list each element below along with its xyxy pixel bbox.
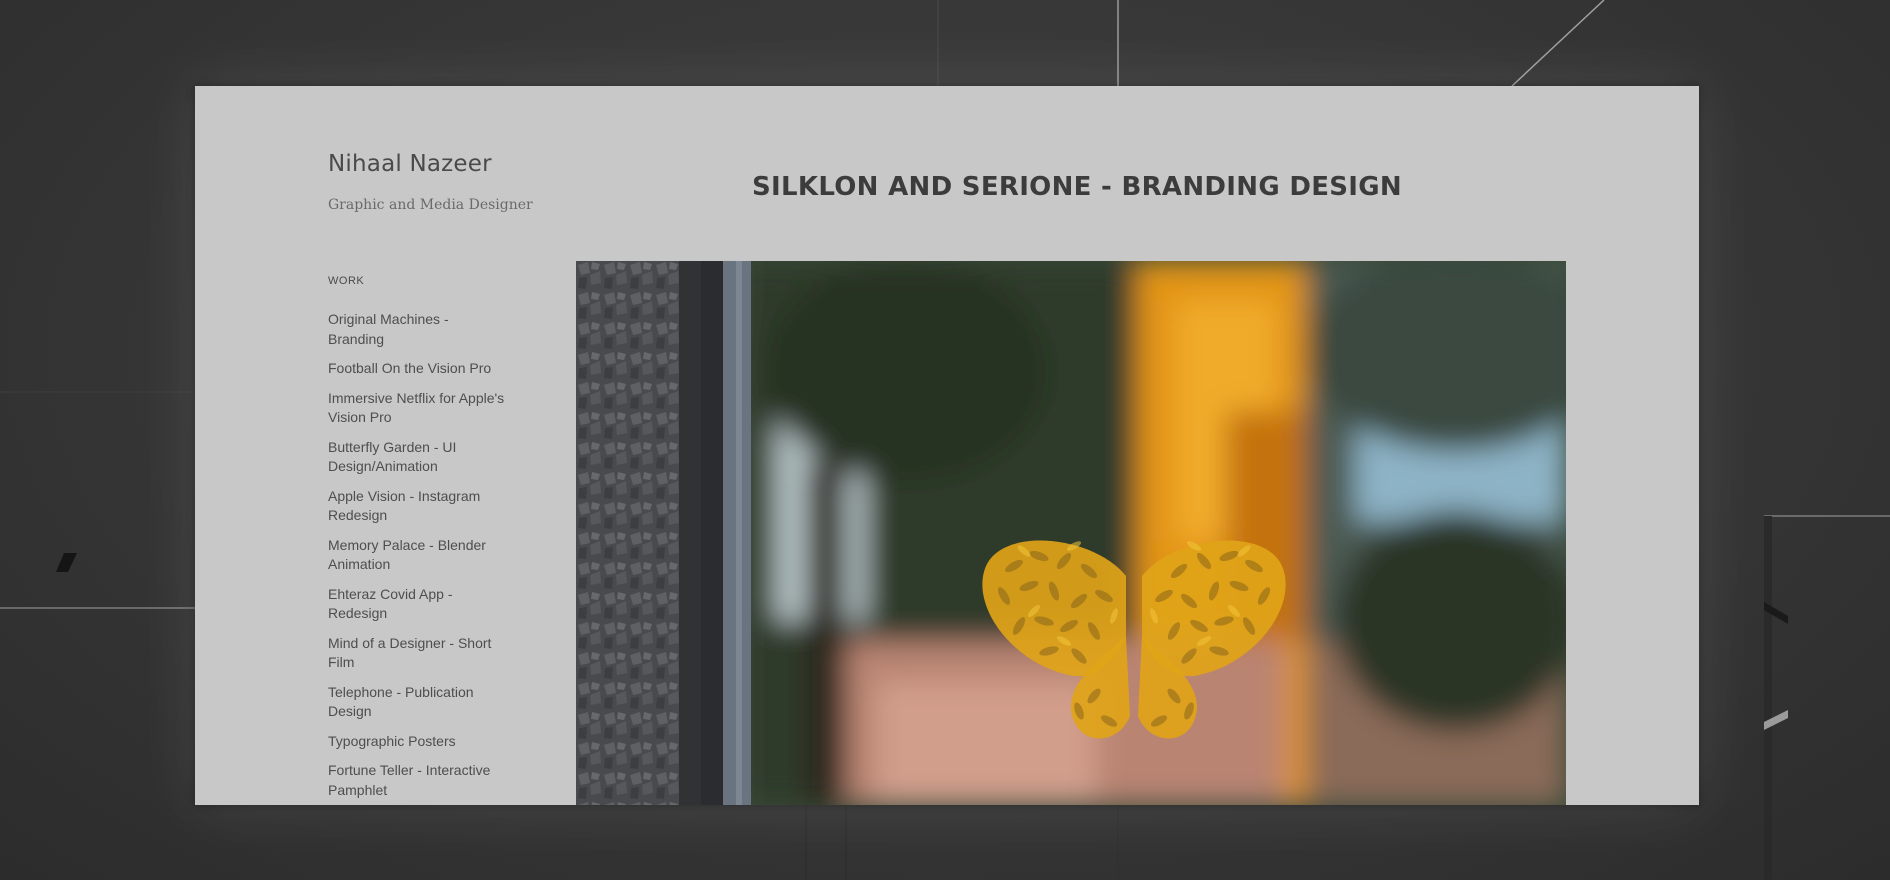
- project-hero-image: [576, 261, 1566, 805]
- nav-item-original-machines[interactable]: Original Machines - Branding: [328, 310, 508, 349]
- nav-item-ehteraz-covid-app[interactable]: Ehteraz Covid App - Redesign: [328, 585, 508, 624]
- work-nav-list: Original Machines - Branding Football On…: [328, 310, 508, 805]
- nav-item-memory-palace[interactable]: Memory Palace - Blender Animation: [328, 536, 508, 575]
- site-tagline: Graphic and Media Designer: [328, 197, 533, 213]
- project-title: SILKLON AND SERIONE - BRANDING DESIGN: [752, 172, 1402, 202]
- site-name[interactable]: Nihaal Nazeer: [328, 151, 492, 177]
- storefront-window-mockup: [576, 261, 1566, 805]
- browser-window: Nihaal Nazeer Graphic and Media Designer…: [195, 86, 1699, 805]
- nav-item-fortune-teller[interactable]: Fortune Teller - Interactive Pamphlet: [328, 761, 508, 800]
- nav-item-immersive-netflix[interactable]: Immersive Netflix for Apple's Vision Pro: [328, 389, 508, 428]
- nav-item-apple-vision-instagram[interactable]: Apple Vision - Instagram Redesign: [328, 487, 508, 526]
- nav-heading-work: WORK: [328, 275, 365, 287]
- nav-item-typographic-posters[interactable]: Typographic Posters: [328, 732, 508, 752]
- nav-item-butterfly-garden[interactable]: Butterfly Garden - UI Design/Animation: [328, 438, 508, 477]
- nav-item-football-vision-pro[interactable]: Football On the Vision Pro: [328, 359, 508, 379]
- nav-item-telephone-publication[interactable]: Telephone - Publication Design: [328, 683, 508, 722]
- nav-item-mind-of-a-designer[interactable]: Mind of a Designer - Short Film: [328, 634, 508, 673]
